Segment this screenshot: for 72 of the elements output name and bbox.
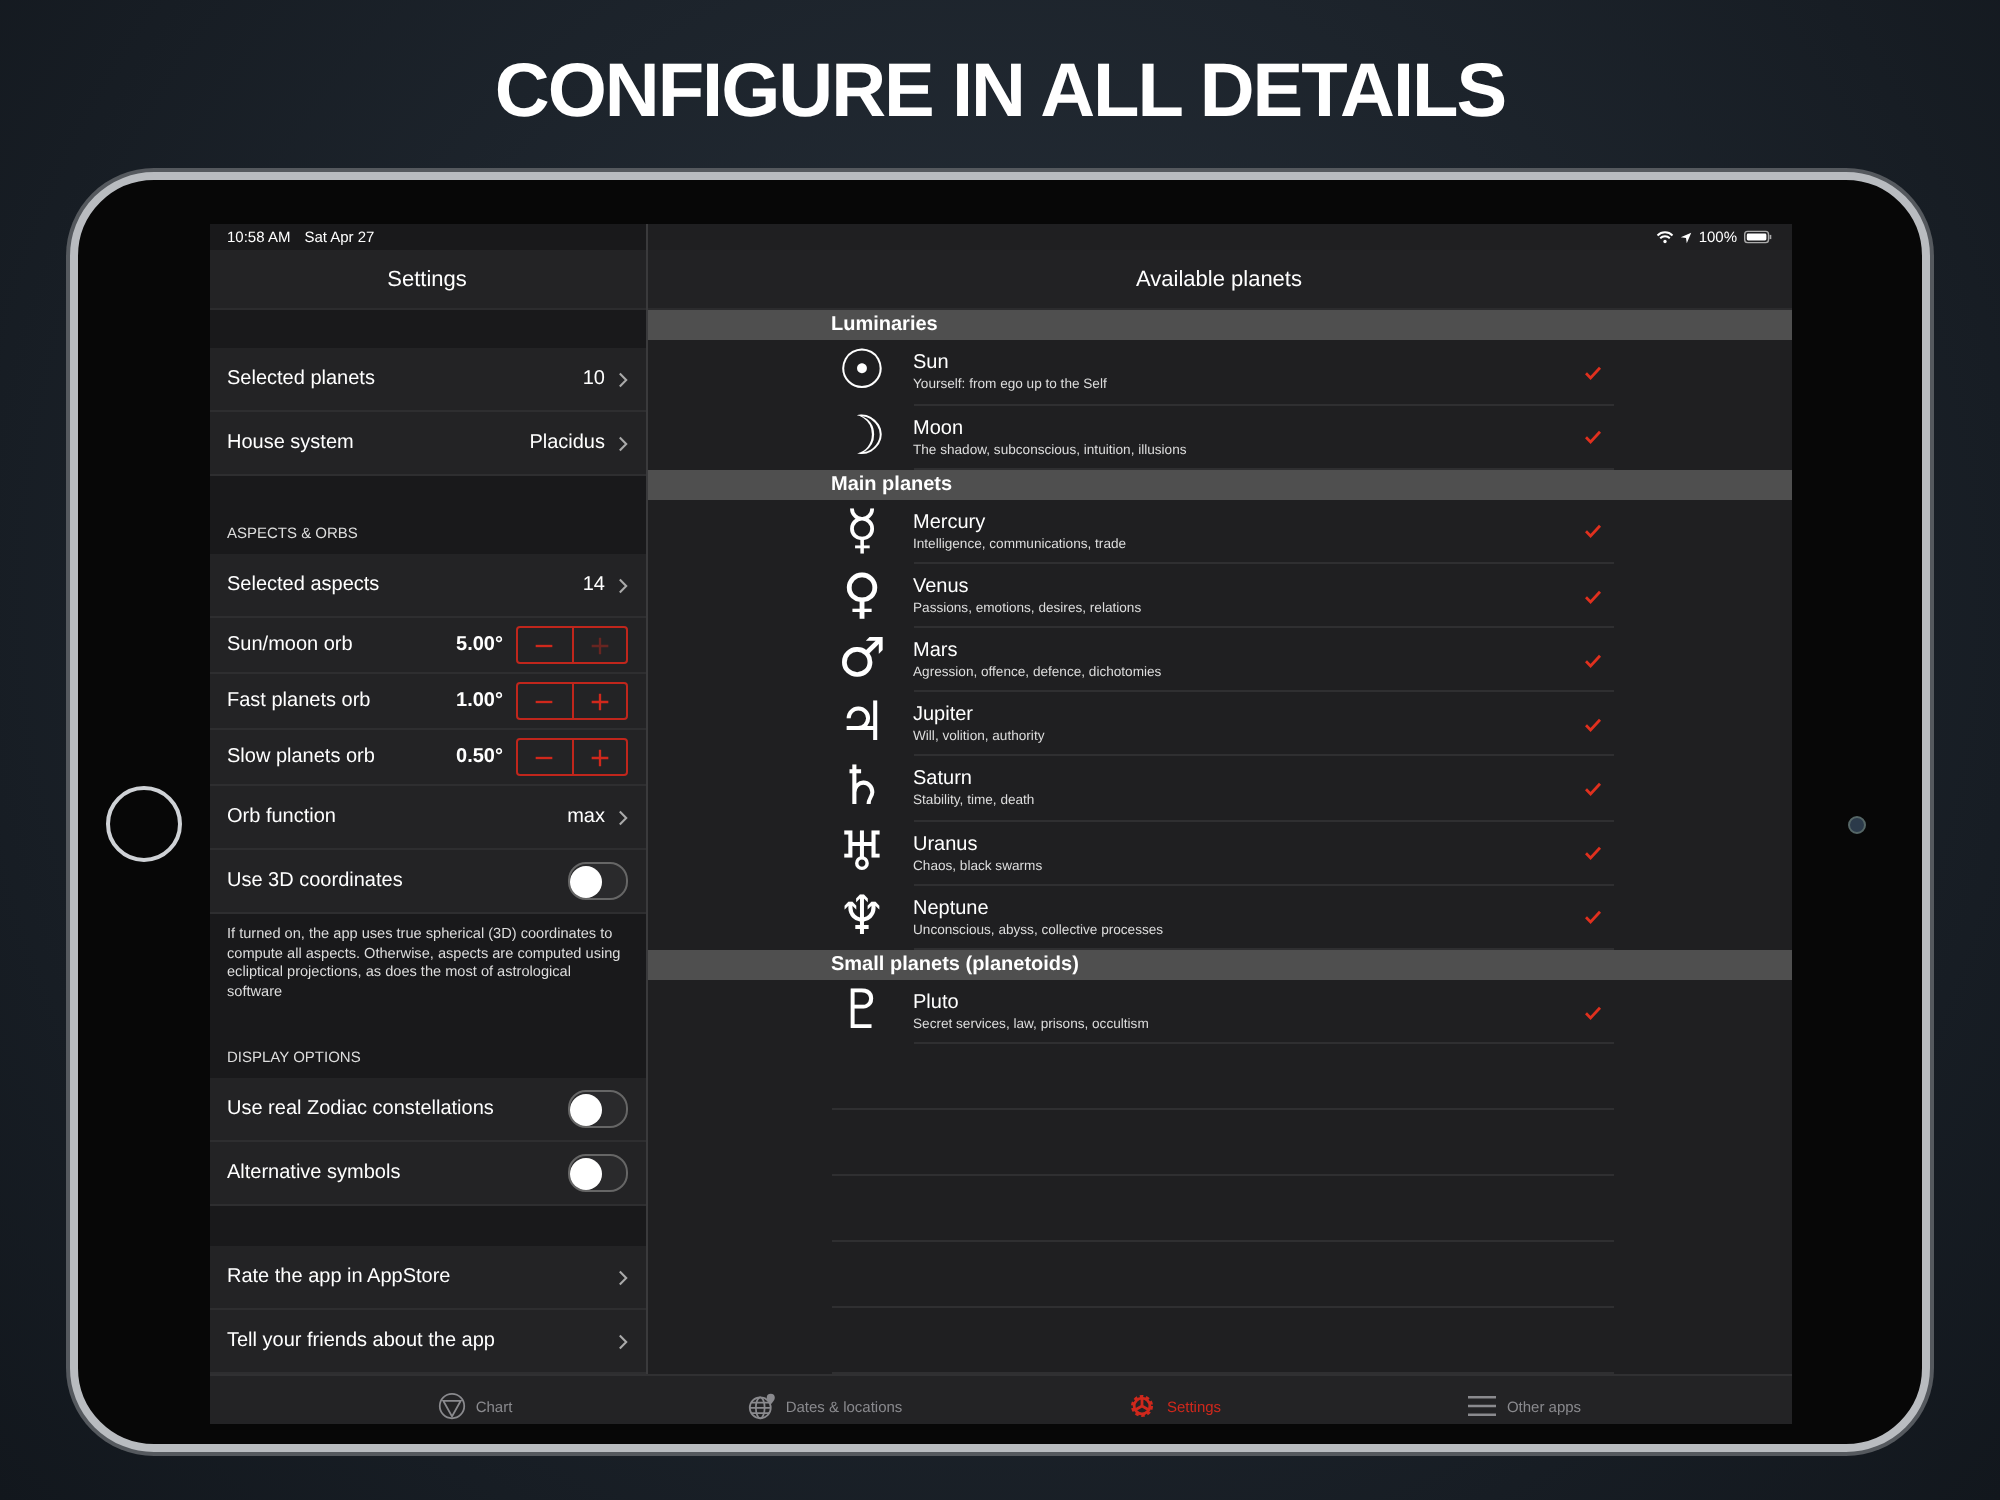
chevron-icon [617, 371, 627, 387]
wifi-icon [1656, 230, 1675, 245]
planet-symbol: ♆ [835, 885, 889, 950]
planet-symbol: ♅ [835, 821, 889, 886]
chevron-icon [617, 809, 627, 825]
planet-symbol: ♃ [835, 692, 889, 757]
setting-link[interactable]: 10 [582, 368, 627, 390]
nav-title: Settings [387, 267, 467, 292]
globe-pin-icon [747, 1392, 776, 1420]
setting-value: 0.50° [456, 746, 503, 768]
setting-value: 14 [582, 574, 605, 596]
planet-symbol: ♀ [840, 564, 884, 629]
setting-link[interactable] [617, 1269, 627, 1286]
chevron-icon [617, 1269, 627, 1286]
plus-icon [589, 635, 609, 655]
group-header: Main planets [647, 469, 1791, 500]
setting-label: Sun/moon orb [227, 634, 355, 656]
setting-label: Slow planets orb [227, 746, 377, 768]
setting-label: Use 3D coordinates [227, 870, 405, 892]
setting-value: max [567, 806, 605, 828]
planet-name: Sun [913, 352, 951, 375]
planet-symbol: ♄ [835, 756, 889, 821]
gear-icon [1128, 1392, 1157, 1420]
setting-value: 5.00° [456, 634, 503, 656]
setting-link[interactable]: Placidus [529, 432, 627, 454]
planet-name: Uranus [913, 833, 980, 856]
camera-lens [1847, 815, 1866, 833]
setting-label: House system [227, 432, 356, 454]
planet-name: Saturn [913, 768, 974, 791]
group-header: Small planets (planetoids) [647, 949, 1791, 981]
setting-label: Alternative symbols [227, 1162, 403, 1184]
setting-label: Use real Zodiac constellations [227, 1098, 496, 1120]
planet-symbol: ☿ [843, 499, 881, 564]
battery-icon [1743, 230, 1771, 245]
setting-label: Fast planets orb [227, 690, 373, 712]
toggle-switch[interactable] [567, 862, 627, 900]
setting-label: Tell your friends about the app [227, 1330, 497, 1353]
plus-icon [589, 691, 609, 711]
planet-name: Mercury [913, 511, 988, 534]
headline: CONFIGURE IN ALL DETAILS [494, 48, 1506, 138]
chart-wheel-icon [437, 1392, 466, 1420]
planet-name: Neptune [913, 897, 991, 920]
planet-name: Venus [913, 576, 971, 599]
setting-link[interactable]: max [567, 806, 627, 828]
group-header: Luminaries [647, 310, 1791, 341]
nav-title: Available planets [1136, 267, 1302, 292]
planet-name: Mars [913, 640, 960, 663]
toggle-switch[interactable] [567, 1154, 627, 1192]
setting-value: Placidus [529, 432, 605, 454]
setting-value: 1.00° [456, 690, 503, 712]
setting-label: Orb function [227, 806, 338, 828]
planet-name: Jupiter [913, 704, 976, 727]
planet-name: Moon [913, 417, 966, 440]
chevron-icon [617, 577, 627, 593]
planet-symbol: ☽ [835, 405, 889, 470]
menu-icon [1468, 1392, 1497, 1420]
setting-label: Selected planets [227, 368, 377, 390]
setting-link[interactable]: 14 [582, 574, 627, 596]
planet-symbol: ☉ [835, 340, 889, 405]
plus-icon [589, 747, 609, 767]
toggle-switch[interactable] [567, 1090, 627, 1128]
location-icon [1680, 231, 1693, 244]
chevron-icon [617, 1333, 627, 1350]
chevron-icon [617, 435, 627, 451]
planet-symbol: ♂ [835, 628, 889, 693]
planet-name: Pluto [913, 992, 961, 1015]
planet-symbol: ♇ [835, 980, 889, 1045]
setting-value: 10 [582, 368, 605, 390]
setting-link[interactable] [617, 1333, 627, 1350]
setting-label: Selected aspects [227, 574, 382, 596]
home-button[interactable] [105, 786, 182, 862]
setting-label: Rate the app in AppStore [227, 1266, 453, 1289]
